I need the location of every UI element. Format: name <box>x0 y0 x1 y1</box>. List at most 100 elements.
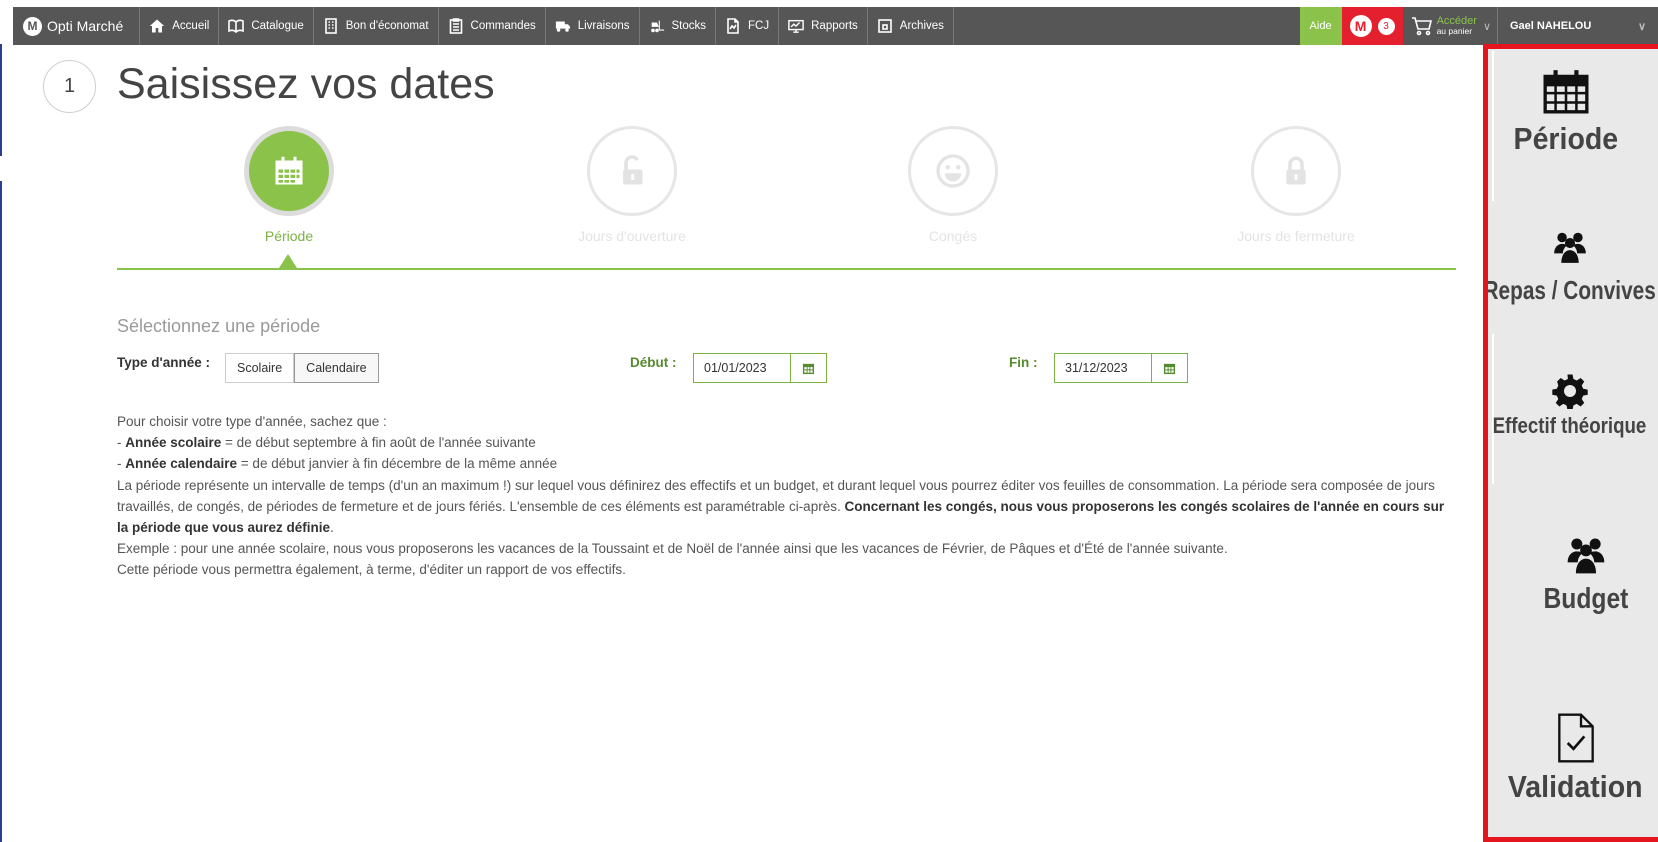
top-navigation-bar: M Opti Marché Accueil Catalogue Bon d'éc… <box>13 7 1658 45</box>
wizard-step-jours-fermeture[interactable]: Jours de fermeture <box>1196 126 1396 244</box>
truck-icon <box>555 21 570 32</box>
start-date-group <box>693 353 827 383</box>
calendar-icon <box>1163 363 1176 374</box>
wizard-step-label: Congés <box>928 228 978 244</box>
cart-icon <box>1411 17 1432 36</box>
wizard-step-periode[interactable]: Période <box>189 126 389 244</box>
end-date-group <box>1054 353 1188 383</box>
document-icon <box>727 18 739 34</box>
nav-label: FCJ <box>748 20 770 32</box>
calendar-icon <box>1543 70 1588 114</box>
nav-commandes[interactable]: Commandes <box>439 7 546 45</box>
nav-label: Rapports <box>811 20 858 32</box>
step-number: 1 <box>43 60 96 113</box>
cart-sublabel: au panier <box>1436 26 1473 36</box>
monitor-chart-icon <box>788 19 804 33</box>
wizard-step-label: Jours d'ouverture <box>578 228 686 244</box>
calendar-icon <box>802 363 815 374</box>
nav-label: Catalogue <box>251 20 304 32</box>
period-info-text: Pour choisir votre type d'année, sachez … <box>117 411 1457 581</box>
section-title: Sélectionnez une période <box>117 316 321 336</box>
start-date-picker-button[interactable] <box>790 353 827 383</box>
notifications-button[interactable]: M 3 <box>1341 7 1403 45</box>
year-type-scolaire-button[interactable]: Scolaire <box>225 353 295 383</box>
document-check-icon <box>1557 713 1594 763</box>
home-icon <box>150 19 165 33</box>
side-step-repas-convives[interactable]: Repas / Convives <box>1483 227 1657 306</box>
info-intro: Pour choisir votre type d'année, sachez … <box>117 414 387 429</box>
wizard-active-indicator <box>279 254 297 268</box>
clipboard-icon <box>449 18 462 34</box>
nav-rapports[interactable]: Rapports <box>779 7 868 45</box>
info-example: Exemple : pour une année scolaire, nous … <box>117 541 1228 557</box>
start-date-label: Début : <box>630 355 677 370</box>
wizard-step-circle <box>1251 126 1341 216</box>
app-logo[interactable]: M Opti Marché <box>13 7 141 45</box>
wizard-progress-line <box>117 268 1456 270</box>
year-type-toggle: Scolaire Calendaire <box>225 353 379 383</box>
workflow-side-panel: Période Repas / Convives Effectif théori… <box>1483 44 1658 842</box>
chevron-down-icon: ∨ <box>1482 20 1491 33</box>
left-edge-accent <box>0 44 2 156</box>
info-term: Année scolaire <box>125 435 222 451</box>
nav-label: Accueil <box>172 20 210 32</box>
info-calendaire: - Année calendaire = de début janvier à … <box>117 456 558 472</box>
side-step-periode[interactable]: Période <box>1488 65 1653 157</box>
nav-fcj[interactable]: FCJ <box>716 7 780 45</box>
end-date-picker-button[interactable] <box>1151 353 1188 383</box>
users-icon <box>1553 232 1586 263</box>
wizard-step-label: Période <box>264 228 314 244</box>
wizard-step-conges[interactable]: Congés <box>853 126 1053 244</box>
nav-label: Livraisons <box>577 20 630 32</box>
nav-stocks[interactable]: Stocks <box>640 7 717 45</box>
help-button[interactable]: Aide <box>1299 7 1342 45</box>
side-step-label: Effectif théorique <box>1492 413 1647 438</box>
info-term: Année calendaire <box>125 456 238 472</box>
nav-catalogue[interactable]: Catalogue <box>219 7 314 45</box>
page-title: Saisissez vos dates <box>117 60 495 108</box>
cart-button[interactable]: Accéder au panier ∨ <box>1403 7 1498 45</box>
cart-label: Accéder <box>1436 15 1477 27</box>
archive-box-icon <box>877 19 892 33</box>
cart-text: Accéder au panier <box>1436 15 1477 37</box>
side-step-validation[interactable]: Validation <box>1488 713 1658 805</box>
lock-icon <box>1286 156 1306 185</box>
end-date-input[interactable] <box>1054 353 1151 383</box>
nav-label: Bon d'économat <box>345 20 429 32</box>
app-logo-text: Opti Marché <box>47 18 124 34</box>
nav-label: Stocks <box>671 20 707 32</box>
start-date-input[interactable] <box>693 353 790 383</box>
opti-marche-logo-icon: M <box>1349 15 1372 37</box>
wizard-step-jours-ouverture[interactable]: Jours d'ouverture <box>532 126 732 244</box>
wizard-step-circle <box>244 126 334 216</box>
gear-icon <box>1551 374 1588 409</box>
side-step-label: Budget <box>1543 583 1628 615</box>
nav-label: Commandes <box>470 20 536 32</box>
calendar-icon <box>275 156 303 185</box>
info-scolaire: - Année scolaire = de début septembre à … <box>117 435 536 451</box>
end-date-label: Fin : <box>1009 355 1038 370</box>
book-icon <box>228 19 245 34</box>
side-step-effectif-theorique[interactable]: Effectif théorique <box>1488 373 1657 439</box>
smiley-icon <box>936 154 970 188</box>
nav-archives[interactable]: Archives <box>868 7 954 45</box>
year-type-calendaire-button[interactable]: Calendaire <box>294 353 379 383</box>
side-step-label: Validation <box>1508 769 1643 804</box>
side-step-label: Repas / Convives <box>1483 275 1656 305</box>
info-report: Cette période vous permettra également, … <box>117 562 626 578</box>
chevron-down-icon: ∨ <box>1637 20 1646 33</box>
user-menu[interactable]: Gael NAHELOU ∨ <box>1498 7 1658 45</box>
left-edge-accent <box>0 181 2 842</box>
building-icon <box>324 18 337 34</box>
nav-bon-economat[interactable]: Bon d'économat <box>314 7 439 45</box>
nav-livraisons[interactable]: Livraisons <box>546 7 640 45</box>
nav-label: Archives <box>899 20 944 32</box>
opti-marche-logo-icon: M <box>23 16 42 36</box>
info-period: La période représente un intervalle de t… <box>117 477 1445 536</box>
side-step-budget[interactable]: Budget <box>1498 533 1658 616</box>
wizard-step-circle <box>908 126 998 216</box>
nav-accueil[interactable]: Accueil <box>140 7 220 45</box>
year-type-label: Type d'année : <box>117 355 210 370</box>
side-step-label: Période <box>1513 121 1618 156</box>
